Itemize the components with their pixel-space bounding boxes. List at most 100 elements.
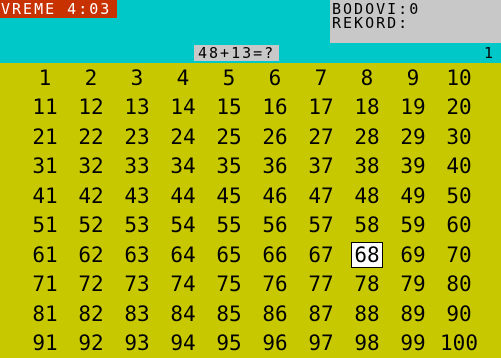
- number-cell-30[interactable]: 30: [436, 122, 482, 152]
- number-cell-14[interactable]: 14: [160, 93, 206, 123]
- number-cell-65[interactable]: 65: [206, 240, 252, 270]
- number-cell-79[interactable]: 79: [390, 270, 436, 300]
- number-cell-99[interactable]: 99: [390, 329, 436, 358]
- number-cell-68[interactable]: 68: [344, 240, 390, 270]
- number-cell-78[interactable]: 78: [344, 270, 390, 300]
- number-cell-91[interactable]: 91: [22, 329, 68, 358]
- number-cell-46[interactable]: 46: [252, 181, 298, 211]
- number-cell-63[interactable]: 63: [114, 240, 160, 270]
- number-cell-98[interactable]: 98: [344, 329, 390, 358]
- number-cell-19[interactable]: 19: [390, 93, 436, 123]
- number-cell-5[interactable]: 5: [206, 63, 252, 93]
- number-cell-26[interactable]: 26: [252, 122, 298, 152]
- number-cell-44[interactable]: 44: [160, 181, 206, 211]
- number-cell-73[interactable]: 73: [114, 270, 160, 300]
- number-cell-35[interactable]: 35: [206, 152, 252, 182]
- number-cell-89[interactable]: 89: [390, 299, 436, 329]
- number-cell-1[interactable]: 1: [22, 63, 68, 93]
- number-cell-32[interactable]: 32: [68, 152, 114, 182]
- number-cell-96[interactable]: 96: [252, 329, 298, 358]
- number-cell-59[interactable]: 59: [390, 211, 436, 241]
- number-cell-13[interactable]: 13: [114, 93, 160, 123]
- number-cell-15[interactable]: 15: [206, 93, 252, 123]
- number-cell-84[interactable]: 84: [160, 299, 206, 329]
- number-cell-69[interactable]: 69: [390, 240, 436, 270]
- number-cell-8[interactable]: 8: [344, 63, 390, 93]
- number-cell-87[interactable]: 87: [298, 299, 344, 329]
- number-cell-70[interactable]: 70: [436, 240, 482, 270]
- number-cell-31[interactable]: 31: [22, 152, 68, 182]
- number-cell-40[interactable]: 40: [436, 152, 482, 182]
- number-cell-25[interactable]: 25: [206, 122, 252, 152]
- number-cell-21[interactable]: 21: [22, 122, 68, 152]
- number-cell-45[interactable]: 45: [206, 181, 252, 211]
- number-cell-94[interactable]: 94: [160, 329, 206, 358]
- number-cell-74[interactable]: 74: [160, 270, 206, 300]
- number-cell-9[interactable]: 9: [390, 63, 436, 93]
- number-cell-6[interactable]: 6: [252, 63, 298, 93]
- number-cell-64[interactable]: 64: [160, 240, 206, 270]
- number-cell-82[interactable]: 82: [68, 299, 114, 329]
- number-cell-93[interactable]: 93: [114, 329, 160, 358]
- number-cell-17[interactable]: 17: [298, 93, 344, 123]
- number-cell-39[interactable]: 39: [390, 152, 436, 182]
- number-cell-56[interactable]: 56: [252, 211, 298, 241]
- number-cell-81[interactable]: 81: [22, 299, 68, 329]
- number-cell-90[interactable]: 90: [436, 299, 482, 329]
- number-cell-34[interactable]: 34: [160, 152, 206, 182]
- number-cell-85[interactable]: 85: [206, 299, 252, 329]
- number-cell-12[interactable]: 12: [68, 93, 114, 123]
- number-cell-53[interactable]: 53: [114, 211, 160, 241]
- number-cell-10[interactable]: 10: [436, 63, 482, 93]
- number-cell-2[interactable]: 2: [68, 63, 114, 93]
- number-cell-51[interactable]: 51: [22, 211, 68, 241]
- number-cell-20[interactable]: 20: [436, 93, 482, 123]
- number-cell-77[interactable]: 77: [298, 270, 344, 300]
- number-cell-47[interactable]: 47: [298, 181, 344, 211]
- number-cell-28[interactable]: 28: [344, 122, 390, 152]
- number-cell-83[interactable]: 83: [114, 299, 160, 329]
- number-cell-55[interactable]: 55: [206, 211, 252, 241]
- number-cell-72[interactable]: 72: [68, 270, 114, 300]
- number-cell-88[interactable]: 88: [344, 299, 390, 329]
- number-cell-29[interactable]: 29: [390, 122, 436, 152]
- number-cell-95[interactable]: 95: [206, 329, 252, 358]
- number-cell-66[interactable]: 66: [252, 240, 298, 270]
- number-cell-16[interactable]: 16: [252, 93, 298, 123]
- number-cell-36[interactable]: 36: [252, 152, 298, 182]
- number-cell-60[interactable]: 60: [436, 211, 482, 241]
- number-cell-67[interactable]: 67: [298, 240, 344, 270]
- number-cell-71[interactable]: 71: [22, 270, 68, 300]
- number-cell-58[interactable]: 58: [344, 211, 390, 241]
- number-cell-7[interactable]: 7: [298, 63, 344, 93]
- number-cell-57[interactable]: 57: [298, 211, 344, 241]
- number-cell-37[interactable]: 37: [298, 152, 344, 182]
- number-cell-18[interactable]: 18: [344, 93, 390, 123]
- number-cell-3[interactable]: 3: [114, 63, 160, 93]
- number-cell-42[interactable]: 42: [68, 181, 114, 211]
- number-cell-97[interactable]: 97: [298, 329, 344, 358]
- number-cell-22[interactable]: 22: [68, 122, 114, 152]
- number-cell-76[interactable]: 76: [252, 270, 298, 300]
- number-cell-52[interactable]: 52: [68, 211, 114, 241]
- number-cell-50[interactable]: 50: [436, 181, 482, 211]
- number-cell-24[interactable]: 24: [160, 122, 206, 152]
- number-cell-61[interactable]: 61: [22, 240, 68, 270]
- number-cell-80[interactable]: 80: [436, 270, 482, 300]
- number-cell-54[interactable]: 54: [160, 211, 206, 241]
- number-cell-86[interactable]: 86: [252, 299, 298, 329]
- number-cell-23[interactable]: 23: [114, 122, 160, 152]
- number-cell-92[interactable]: 92: [68, 329, 114, 358]
- number-cell-41[interactable]: 41: [22, 181, 68, 211]
- number-cell-38[interactable]: 38: [344, 152, 390, 182]
- number-cell-100[interactable]: 100: [436, 329, 482, 358]
- number-cell-4[interactable]: 4: [160, 63, 206, 93]
- number-cell-48[interactable]: 48: [344, 181, 390, 211]
- number-cell-49[interactable]: 49: [390, 181, 436, 211]
- number-cell-33[interactable]: 33: [114, 152, 160, 182]
- number-cell-27[interactable]: 27: [298, 122, 344, 152]
- number-cell-11[interactable]: 11: [22, 93, 68, 123]
- number-cell-75[interactable]: 75: [206, 270, 252, 300]
- number-cell-62[interactable]: 62: [68, 240, 114, 270]
- number-cell-43[interactable]: 43: [114, 181, 160, 211]
